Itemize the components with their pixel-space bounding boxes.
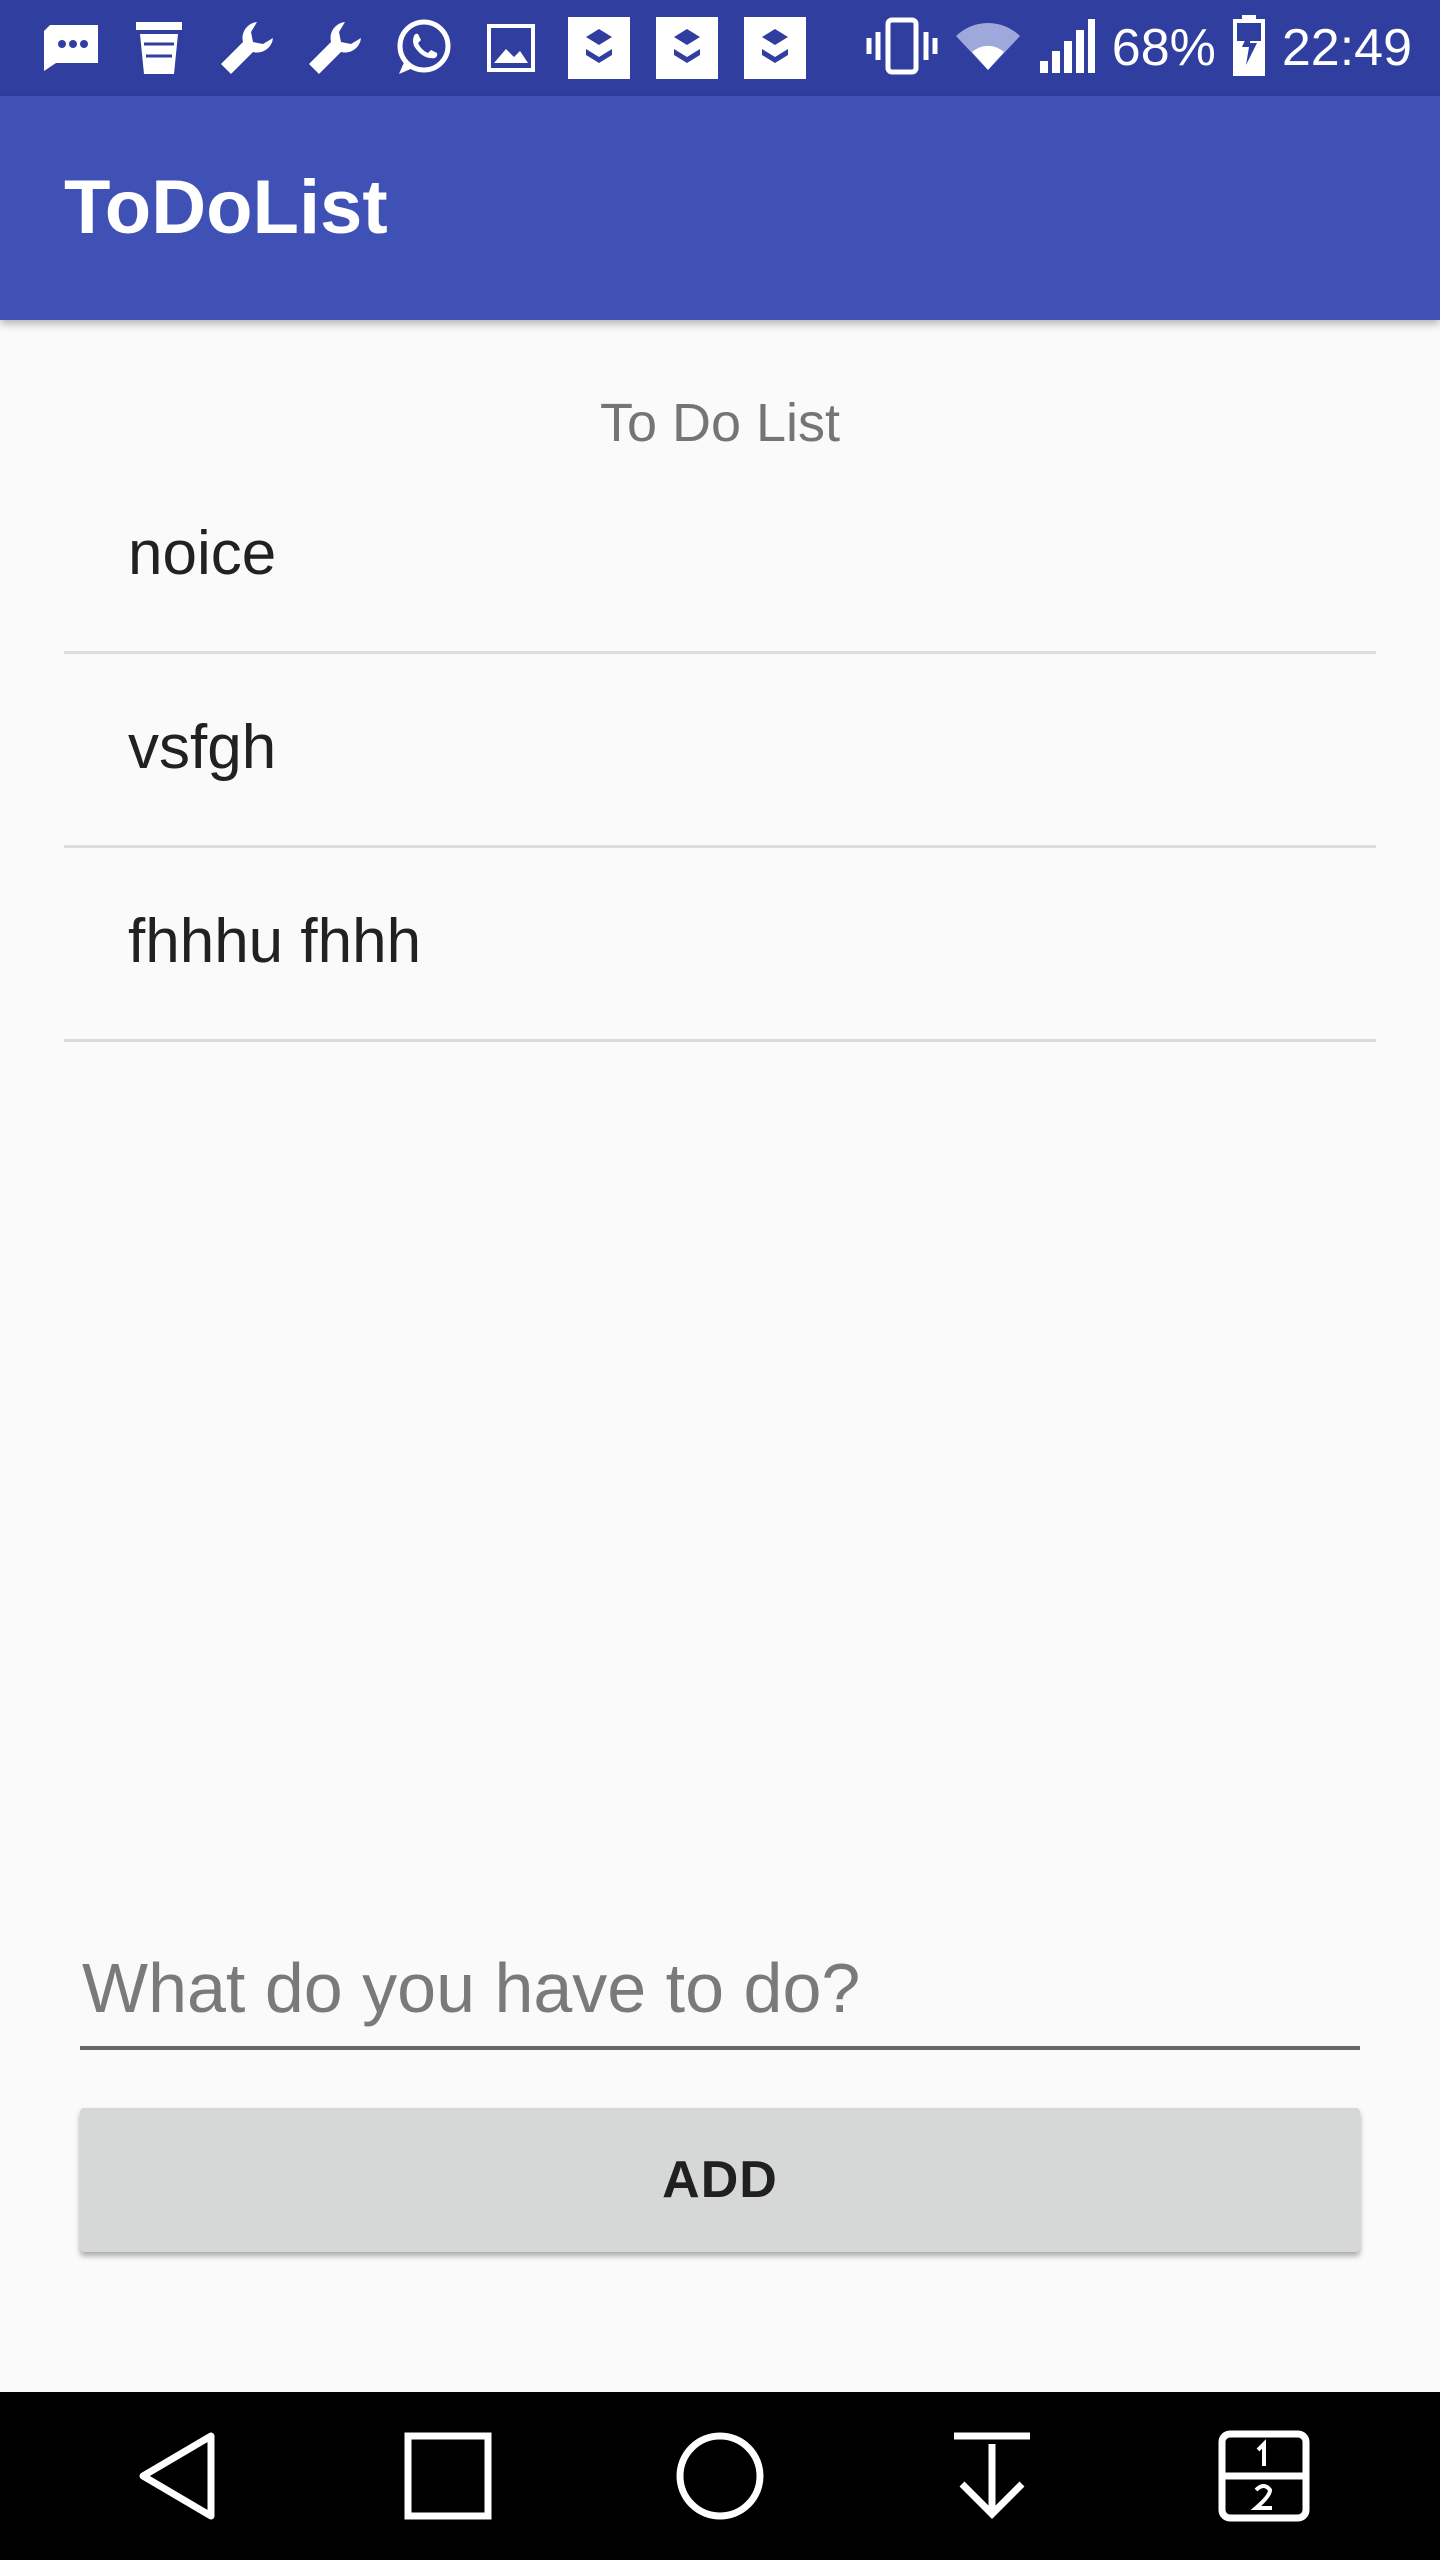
app-title: ToDoList [64,165,388,250]
app-badge-icon [744,17,806,79]
list-item[interactable]: fhhhu fhhh [64,848,1376,1042]
task-input[interactable] [80,1935,1360,2050]
wrench-icon [216,17,278,79]
status-bar: 68% 22:49 [0,0,1440,96]
signal-icon [1038,17,1096,80]
trash-icon [128,17,190,79]
battery-charging-icon [1232,14,1266,82]
add-button[interactable]: ADD [80,2108,1360,2252]
app-badge-icon [656,17,718,79]
image-icon [480,17,542,79]
todo-list: noice vsfgh fhhhu fhhh [64,460,1376,1042]
wifi-icon [954,18,1022,79]
home-icon[interactable] [668,2424,772,2528]
list-header: To Do List [599,393,841,453]
whatsapp-icon [392,17,454,79]
system-status: 68% 22:49 [866,14,1412,82]
wrench-icon [304,17,366,79]
clock: 22:49 [1281,19,1412,77]
app-bar: ToDoList [0,96,1440,320]
list-item-text: vsfgh [128,713,277,782]
dual-window-icon[interactable] [1212,2424,1316,2528]
message-icon [40,17,102,79]
list-item[interactable]: noice [64,460,1376,654]
notification-pull-icon[interactable] [940,2424,1044,2528]
battery-percentage: 68% [1111,19,1216,77]
vibrate-icon [866,16,938,81]
recents-icon[interactable] [396,2424,500,2528]
list-item-text: fhhhu fhhh [128,907,422,976]
notification-icons [40,16,806,80]
back-icon[interactable] [124,2424,228,2528]
list-item-text: noice [128,519,277,588]
app-badge-icon [568,17,630,79]
navigation-bar [0,2392,1440,2560]
list-item[interactable]: vsfgh [64,654,1376,848]
